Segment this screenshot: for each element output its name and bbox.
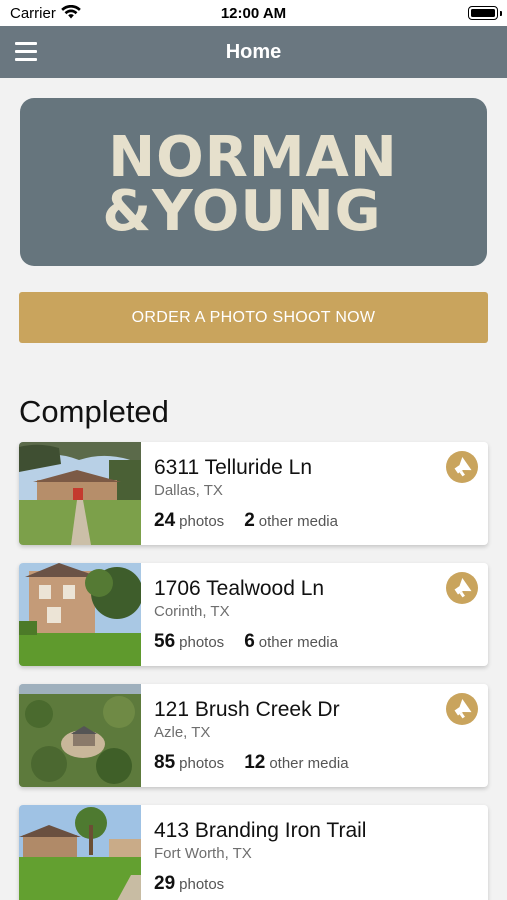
- listing-city: Azle, TX: [154, 724, 211, 741]
- media-count-label: other media: [269, 755, 349, 772]
- navigation-bar: Home: [0, 26, 507, 78]
- brand-logo-card: NORMAN &YOUNG: [20, 98, 487, 266]
- clock: 12:00 AM: [220, 5, 287, 22]
- listing-card[interactable]: 6311 Telluride Ln Dallas, TX 24 photos 2 ot…: [19, 442, 488, 545]
- listing-stats: 85 photos 12 other media: [154, 752, 349, 774]
- property-thumbnail: [19, 805, 141, 900]
- order-photo-shoot-button[interactable]: ORDER A PHOTO SHOOT NOW: [19, 292, 488, 343]
- norman-young-logo: NORMAN &YOUNG: [102, 125, 396, 244]
- listing-city: Corinth, TX: [154, 603, 230, 620]
- logo-line-2: &YOUNG: [102, 179, 381, 244]
- megaphone-icon[interactable]: [446, 693, 478, 725]
- listing-stats: 56 photos 6 other media: [154, 631, 338, 653]
- photo-count-label: photos: [179, 755, 225, 772]
- listing-card[interactable]: 1706 Tealwood Ln Corinth, TX 56 photos 6 ot…: [19, 563, 488, 666]
- listing-card[interactable]: 413 Branding Iron Trail Fort Worth, TX 2…: [19, 805, 488, 900]
- megaphone-icon[interactable]: [446, 451, 478, 483]
- status-bar: Carrier 12:00 AM: [0, 0, 507, 26]
- listing-stats: 29 photos: [154, 873, 224, 895]
- property-thumbnail: [19, 684, 141, 787]
- photo-count-label: photos: [179, 876, 225, 893]
- media-count-label: other media: [258, 634, 338, 651]
- listing-city: Fort Worth, TX: [154, 845, 252, 862]
- listing-card[interactable]: 121 Brush Creek Dr Azle, TX 85 photos 12 ot…: [19, 684, 488, 787]
- photo-count: 29: [154, 873, 176, 894]
- media-count: 12: [244, 752, 266, 773]
- listing-address: 1706 Tealwood Ln: [154, 577, 325, 600]
- listing-address: 413 Branding Iron Trail: [154, 819, 367, 842]
- photo-count: 85: [154, 752, 176, 773]
- listing-address: 121 Brush Creek Dr: [154, 698, 340, 721]
- property-thumbnail: [19, 563, 141, 666]
- property-thumbnail: [19, 442, 141, 545]
- photo-count: 56: [154, 631, 176, 652]
- listing-address: 6311 Telluride Ln: [154, 456, 313, 479]
- photo-count-label: photos: [179, 513, 225, 530]
- page-title: Home: [225, 41, 282, 63]
- megaphone-icon[interactable]: [446, 572, 478, 604]
- media-count: 2: [244, 510, 255, 531]
- photo-count-label: photos: [179, 634, 225, 651]
- battery-icon: [468, 6, 502, 20]
- section-heading-completed: Completed: [19, 394, 169, 429]
- listing-city: Dallas, TX: [154, 482, 223, 499]
- listing-stats: 24 photos 2 other media: [154, 510, 338, 532]
- media-count-label: other media: [258, 513, 338, 530]
- media-count: 6: [244, 631, 255, 652]
- photo-count: 24: [154, 510, 176, 531]
